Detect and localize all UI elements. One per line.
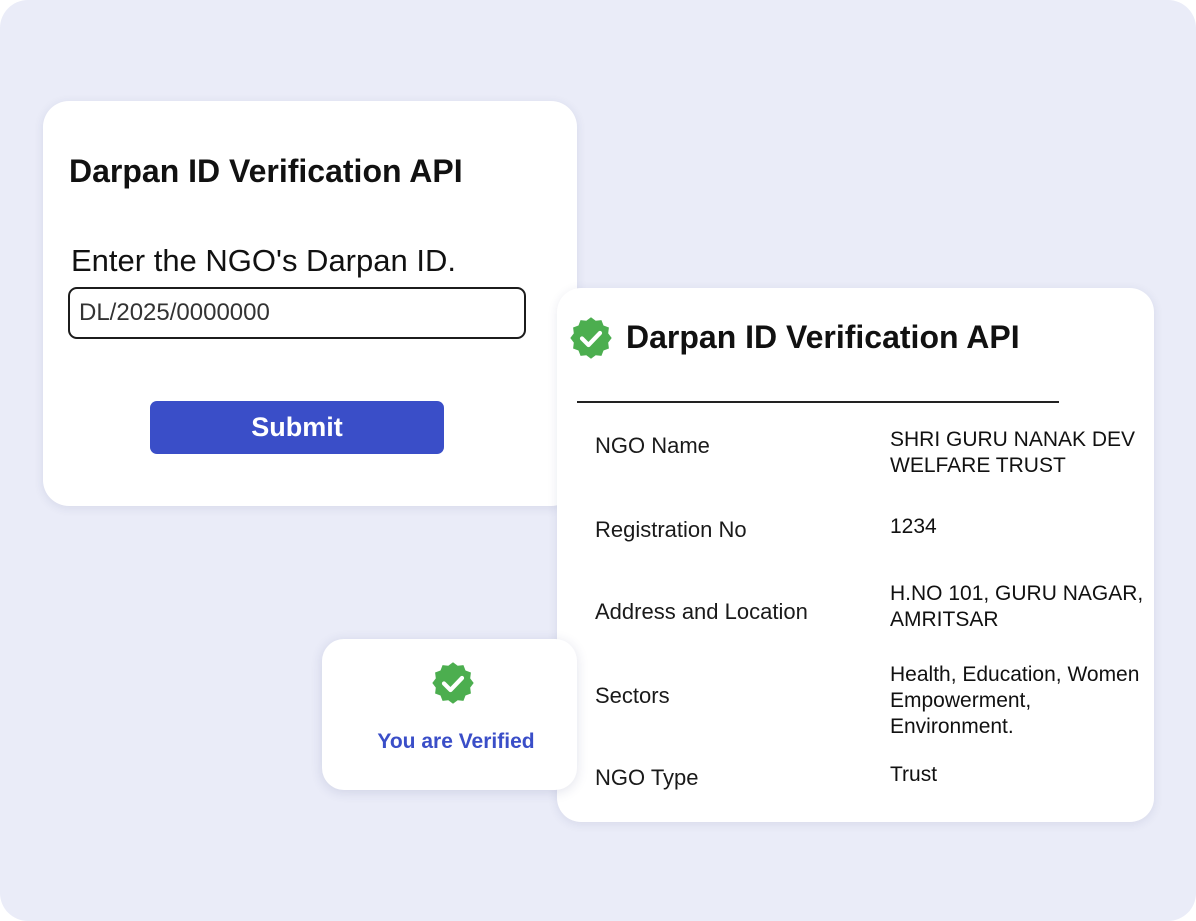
- verified-badge-icon: [432, 662, 474, 704]
- verification-input-card: Darpan ID Verification API Enter the NGO…: [43, 101, 577, 506]
- page-background: Darpan ID Verification API Enter the NGO…: [0, 0, 1196, 921]
- ngo-name-value: SHRI GURU NANAK DEV WELFARE TRUST: [890, 428, 1136, 477]
- address-value: H.NO 101, GURU NAGAR, AMRITSAR: [890, 582, 1144, 631]
- input-card-title: Darpan ID Verification API: [69, 153, 463, 189]
- verified-status-card: You are Verified: [322, 639, 577, 790]
- sectors-value: Health, Education, Women Empowerment, En…: [890, 663, 1140, 738]
- sectors-label: Sectors: [595, 683, 670, 708]
- submit-button[interactable]: Submit: [150, 401, 444, 454]
- address-label: Address and Location: [595, 599, 808, 624]
- darpan-id-input[interactable]: [68, 287, 526, 339]
- verified-status-text: You are Verified: [377, 730, 535, 753]
- result-card-title: Darpan ID Verification API: [626, 319, 1020, 355]
- verification-result-card: Darpan ID Verification API NGO Name SHRI…: [557, 288, 1154, 822]
- registration-no-value: 1234: [890, 515, 937, 538]
- ngo-name-label: NGO Name: [595, 433, 710, 458]
- registration-no-label: Registration No: [595, 517, 747, 542]
- ngo-type-value: Trust: [890, 763, 938, 786]
- ngo-type-label: NGO Type: [595, 765, 699, 790]
- verified-badge-icon: [570, 317, 612, 359]
- result-divider: [577, 401, 1059, 403]
- darpan-id-label: Enter the NGO's Darpan ID.: [71, 243, 456, 278]
